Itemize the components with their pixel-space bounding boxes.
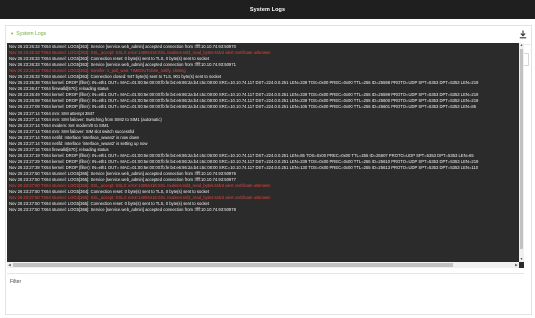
horizontal-scrollbar[interactable]: ◀ ▶	[7, 262, 519, 268]
section-label: System Logs	[16, 31, 47, 37]
horizontal-scroll-thumb[interactable]	[13, 263, 453, 267]
top-bar: System Logs	[0, 0, 535, 19]
vertical-scrollbar[interactable]: ▲ ▼	[519, 43, 524, 262]
filter-bar[interactable]: Filter	[7, 273, 524, 287]
vertical-scroll-thumb[interactable]	[520, 49, 523, 249]
scroll-left-icon[interactable]: ◀	[7, 262, 12, 268]
section-toggle[interactable]: ▾ System Logs	[11, 31, 46, 37]
scroll-right-icon[interactable]: ▶	[514, 262, 519, 268]
log-line: Nov 26 23:27:50 TX64 stunnel: LOG5[366]:…	[9, 207, 236, 213]
chevron-down-icon: ▾	[11, 30, 14, 36]
log-lines: Nov 26 23:26:33 TX64 stunnel: LOG5[363]:…	[9, 44, 514, 213]
page-title: System Logs	[249, 6, 286, 13]
log-line: Nov 26 23:27:09 TX64 kernel: DROP (filte…	[9, 104, 477, 110]
system-logs-panel: ▾ System Logs Nov 26 23:26:33 TX64 stunn…	[5, 25, 532, 315]
log-line: Nov 26 23:27:19 TX64 kernel: DROP (filte…	[9, 152, 474, 158]
filter-label: Filter	[10, 279, 22, 285]
scroll-down-icon[interactable]: ▼	[519, 257, 524, 262]
log-viewer[interactable]: Nov 26 23:26:33 TX64 stunnel: LOG5[363]:…	[7, 43, 524, 268]
download-icon[interactable]	[519, 30, 527, 39]
scroll-up-icon[interactable]: ▲	[519, 43, 524, 48]
